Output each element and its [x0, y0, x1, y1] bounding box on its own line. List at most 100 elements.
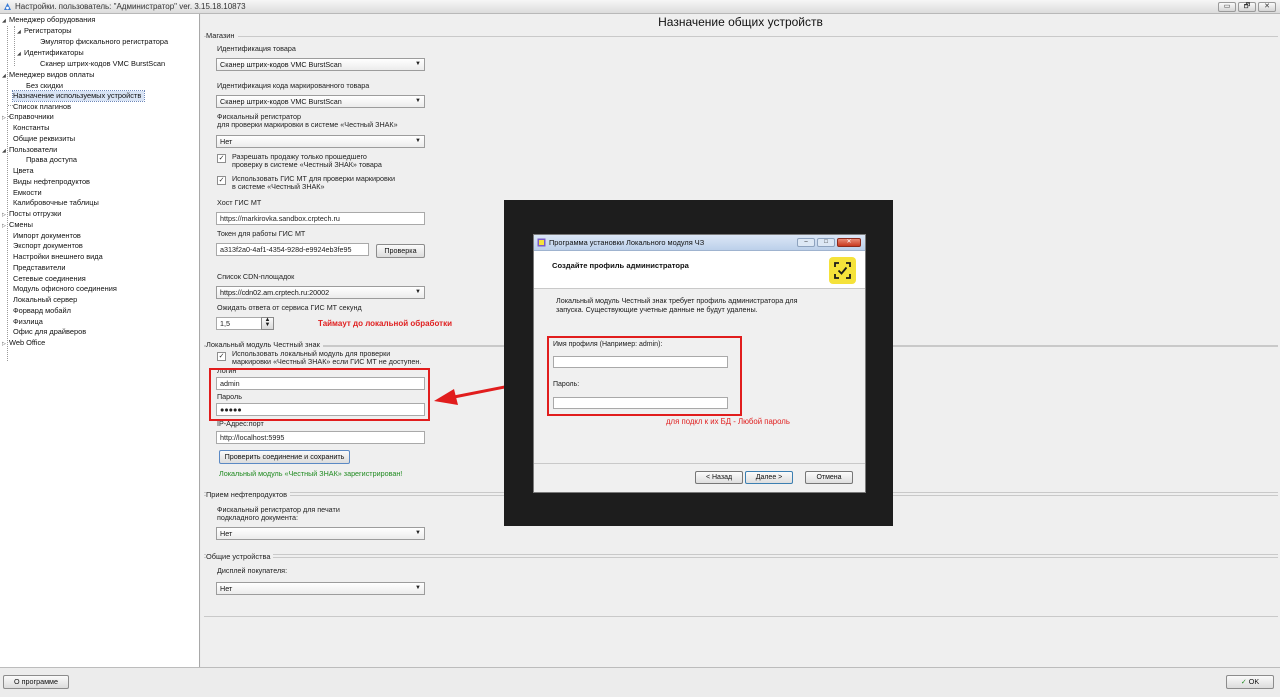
oil-group-label: Прием нефтепродуктов [206, 490, 291, 499]
use-local-checkbox[interactable]: ✓ [217, 352, 226, 361]
cdn-select[interactable]: https://cdn02.am.crptech.ru:20002 ▼ [216, 286, 425, 299]
chevron-down-icon: ▼ [415, 289, 421, 295]
timeout-spin-button[interactable]: ▲ ▼ [261, 317, 274, 330]
expand-icon[interactable]: ▷ [2, 339, 9, 349]
chevron-down-icon: ▼ [415, 530, 421, 536]
marked-id-select[interactable]: Сканер штрих-кодов VMC BurstScan ▼ [216, 95, 425, 108]
tree-item-device-assignment[interactable]: Назначение используемых устройств [11, 90, 146, 102]
tree-item-label: Виды нефтепродуктов [13, 177, 90, 186]
installer-separator [534, 463, 865, 464]
tree-item-local-server[interactable]: Локальный сервер [13, 295, 77, 305]
tree-item-payment-manager[interactable]: ◢ Менеджер видов оплаты [2, 70, 94, 81]
marked-id-value: Сканер штрих-кодов VMC BurstScan [220, 97, 342, 106]
tree-item-identifiers[interactable]: ◢ Идентификаторы [17, 48, 84, 59]
tree-item-shifts[interactable]: ▷ Смены [2, 220, 33, 231]
expand-icon[interactable]: ◢ [2, 16, 9, 26]
installer-minimize-button[interactable]: – [797, 238, 815, 247]
installer-app-icon [537, 238, 546, 247]
tree-item-oil-types[interactable]: Виды нефтепродуктов [13, 177, 90, 187]
tree-item-no-discount[interactable]: Без скидки [26, 81, 63, 91]
gis-host-input[interactable]: https://markirovka.sandbox.crptech.ru [216, 212, 425, 225]
tree-item-driver-office[interactable]: Офис для драйверов [13, 327, 86, 337]
tree-item-label: Офис для драйверов [13, 327, 87, 336]
tree-item-constants[interactable]: Константы [13, 123, 49, 133]
tree-item-import-docs[interactable]: Импорт документов [13, 231, 81, 241]
expand-icon[interactable]: ▷ [2, 113, 9, 123]
oil-fiscal-label-2: подкладного документа: [217, 513, 299, 522]
tree-item-fiscal-emulator[interactable]: Эмулятор фискального регистратора [40, 37, 168, 47]
display-label: Дисплей покупателя: [217, 566, 288, 575]
installer-header: Создайте профиль администратора [534, 251, 865, 289]
checkmark-icon [834, 262, 851, 279]
expand-icon[interactable]: ▷ [2, 221, 9, 231]
back-button[interactable]: < Назад [695, 471, 743, 484]
installer-maximize-button[interactable]: □ [817, 238, 835, 247]
tree-item-registrators[interactable]: ◢ Регистраторы [17, 26, 72, 37]
tree-item-equipment-manager[interactable]: ◢ Менеджер оборудования [2, 15, 95, 26]
product-id-value: Сканер штрих-кодов VMC BurstScan [220, 60, 342, 69]
installer-close-button[interactable]: ✕ [837, 238, 861, 247]
use-local-label-2: маркировки «Честный ЗНАК» если ГИС МТ не… [232, 357, 422, 366]
expand-icon[interactable]: ◢ [2, 146, 9, 156]
oil-fiscal-select[interactable]: Нет ▼ [216, 527, 425, 540]
ip-input[interactable]: http://localhost:5995 [216, 431, 425, 444]
expand-icon[interactable]: ▷ [2, 210, 9, 220]
window-titlebar: Настройки. пользователь: "Администратор"… [0, 0, 1280, 14]
tree-item-office-module[interactable]: Модуль офисного соединения [13, 284, 117, 294]
tree-item-label: Пользователи [9, 145, 58, 154]
tree-item-label: Экспорт документов [13, 241, 83, 250]
allow-sale-checkbox[interactable]: ✓ [217, 154, 226, 163]
window-title: Настройки. пользователь: "Администратор"… [15, 2, 246, 11]
cancel-button[interactable]: Отмена [805, 471, 853, 484]
tree-item-representatives[interactable]: Представители [13, 263, 65, 273]
tree-item-export-docs[interactable]: Экспорт документов [13, 241, 83, 251]
check-button[interactable]: Проверка [376, 244, 425, 258]
bottom-bar: О программе ✓ OK [0, 667, 1280, 697]
tree-item-forward-mobile[interactable]: Форвард мобайл [13, 306, 71, 316]
tree-item-label: Права доступа [26, 155, 77, 164]
tree-item-access-rights[interactable]: Права доступа [26, 155, 77, 165]
expand-icon[interactable]: ◢ [17, 49, 24, 59]
tree-item-network[interactable]: Сетевые соединения [13, 274, 86, 284]
tree-item-web-office[interactable]: ▷ Web Office [2, 338, 45, 349]
tree-item-appearance[interactable]: Настройки внешнего вида [13, 252, 103, 262]
check-save-button[interactable]: Проверить соединение и сохранить [219, 450, 350, 464]
display-select[interactable]: Нет ▼ [216, 582, 425, 595]
tree-item-label: Константы [13, 123, 50, 132]
chevron-down-icon: ▼ [415, 61, 421, 67]
tree-item-tanks[interactable]: Емкости [13, 188, 42, 198]
ip-label: IP-Адрес:порт [217, 419, 264, 428]
tree-item-label: Эмулятор фискального регистратора [40, 37, 169, 46]
minimize-button[interactable]: ▭ [1218, 2, 1236, 12]
tree-item-label: Представители [13, 263, 66, 272]
use-gis-checkbox[interactable]: ✓ [217, 176, 226, 185]
tree-item-label: Сканер штрих-кодов VMC BurstScan [40, 59, 166, 68]
gis-token-input[interactable]: a313f2a0-4af1-4354-928d-e9924eb3fe95 [216, 243, 369, 256]
product-id-select[interactable]: Сканер штрих-кодов VMC BurstScan ▼ [216, 58, 425, 71]
fiscal-select[interactable]: Нет ▼ [216, 135, 425, 148]
highlight-profile-box [547, 336, 742, 416]
tree-item-label: Локальный сервер [13, 295, 78, 304]
about-button[interactable]: О программе [3, 675, 69, 689]
restore-button[interactable]: 🗗 [1238, 2, 1256, 12]
tree-item-shipping-posts[interactable]: ▷ Посты отгрузки [2, 209, 61, 220]
cdn-value: https://cdn02.am.crptech.ru:20002 [220, 288, 330, 297]
tree-item-barcode-scanner[interactable]: Сканер штрих-кодов VMC BurstScan [40, 59, 165, 69]
tree-item-individuals[interactable]: Физлица [13, 317, 43, 327]
tree-item-calibration-tables[interactable]: Калибровочные таблицы [13, 198, 99, 208]
tree-item-colors[interactable]: Цвета [13, 166, 34, 176]
next-button[interactable]: Далее > [745, 471, 793, 484]
installer-title: Программа установки Локального модуля ЧЗ [549, 238, 705, 247]
expand-icon[interactable]: ◢ [2, 71, 9, 81]
marked-id-label: Идентификация кода маркированного товара [217, 81, 370, 90]
cdn-label: Список CDN-площадок [217, 272, 295, 281]
timeout-note: Таймаут до локальной обработки [318, 319, 452, 328]
chevron-down-icon: ▼ [415, 585, 421, 591]
tree-item-plugins[interactable]: Список плагинов [13, 102, 71, 112]
close-button[interactable]: ✕ [1258, 2, 1276, 12]
timeout-label: Ожидать ответа от сервиса ГИС МТ секунд [217, 303, 362, 312]
expand-icon[interactable]: ◢ [17, 27, 24, 37]
tree-item-references[interactable]: ▷ Справочники [2, 112, 54, 123]
ok-button[interactable]: ✓ OK [1226, 675, 1274, 689]
tree-item-common-requisites[interactable]: Общие реквизиты [13, 134, 75, 144]
